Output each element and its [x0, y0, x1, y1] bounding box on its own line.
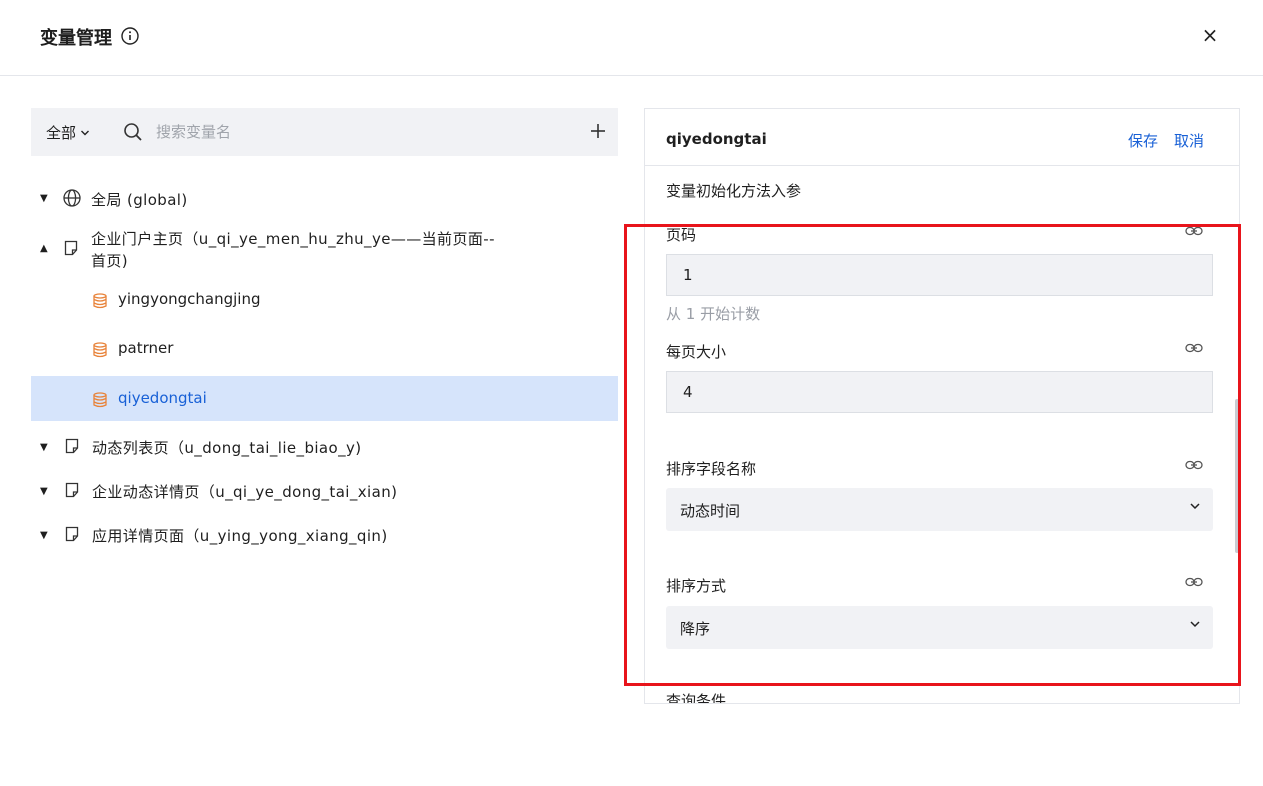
caret-down-icon[interactable]: ▼ [40, 442, 48, 453]
field-label-query-condition: 查询条件 [666, 692, 727, 704]
sort-order-select[interactable]: 降序 [666, 606, 1213, 649]
tree-node-label: patrner [118, 339, 174, 357]
search-input[interactable] [156, 119, 556, 145]
page-icon [65, 526, 79, 542]
add-variable-icon[interactable] [587, 120, 609, 142]
search-icon [124, 123, 142, 141]
tree-node-page[interactable]: ▼ 企业动态详情页（u_qi_ye_dong_tai_xian) [31, 477, 618, 505]
section-title: 变量初始化方法入参 [666, 182, 802, 200]
tree-node-label: qiyedongtai [118, 389, 207, 407]
tree-node-label: 企业动态详情页（u_qi_ye_dong_tai_xian) [92, 483, 398, 501]
database-icon [93, 342, 107, 358]
tree-node-label-line2: 首页) [91, 252, 129, 270]
link-icon[interactable] [1185, 342, 1203, 354]
tree-node-label: 应用详情页面（u_ying_yong_xiang_qin) [92, 527, 388, 545]
database-icon [93, 293, 107, 309]
page-icon [65, 482, 79, 498]
variable-detail-panel: qiyedongtai 保存 取消 变量初始化方法入参 页码 从 1 开始计数 … [644, 108, 1240, 704]
info-icon[interactable] [121, 27, 139, 45]
field-label-sort-field: 排序字段名称 [666, 460, 757, 478]
close-icon[interactable]: × [1200, 25, 1220, 45]
sort-field-value: 动态时间 [680, 502, 741, 520]
caret-up-icon[interactable]: ▲ [40, 243, 48, 254]
sort-field-select[interactable]: 动态时间 [666, 488, 1213, 531]
variable-toolbar: 全部 [31, 108, 618, 156]
link-icon[interactable] [1185, 576, 1203, 588]
dialog-header: 变量管理 × [0, 0, 1263, 76]
tree-node-global[interactable]: ▼ 全局 (global) [31, 184, 618, 212]
chevron-down-icon [1190, 621, 1200, 628]
page-icon [64, 240, 78, 256]
tree-node-page[interactable]: ▲ 企业门户主页（u_qi_ye_men_hu_zhu_ye——当前页面-- 首… [31, 226, 618, 272]
page-no-hint: 从 1 开始计数 [666, 305, 761, 323]
scope-select-value: 全部 [46, 124, 77, 142]
page-no-input[interactable] [666, 254, 1213, 296]
tree-node-page[interactable]: ▼ 应用详情页面（u_ying_yong_xiang_qin) [31, 521, 618, 549]
cancel-button[interactable]: 取消 [1174, 130, 1204, 151]
tree-node-label: 动态列表页（u_dong_tai_lie_biao_y) [92, 439, 362, 457]
detail-header: qiyedongtai 保存 取消 [645, 109, 1239, 166]
page-icon [65, 438, 79, 454]
dialog-title: 变量管理 [40, 28, 112, 49]
globe-icon [63, 189, 81, 207]
page-size-input[interactable] [666, 371, 1213, 413]
link-icon[interactable] [1185, 459, 1203, 471]
tree-node-variable-selected[interactable]: qiyedongtai [31, 376, 618, 421]
field-label-page-no: 页码 [666, 226, 697, 244]
caret-down-icon[interactable]: ▼ [40, 193, 48, 204]
tree-node-label: 全局 (global) [91, 191, 188, 209]
tree-node-variable[interactable]: yingyongchangjing [31, 284, 618, 316]
field-label-sort-order: 排序方式 [666, 577, 727, 595]
link-icon[interactable] [1185, 225, 1203, 237]
caret-down-icon[interactable]: ▼ [40, 530, 48, 541]
variable-name: qiyedongtai [666, 130, 767, 148]
save-button[interactable]: 保存 [1128, 130, 1158, 151]
chevron-down-icon [81, 130, 90, 135]
field-label-page-size: 每页大小 [666, 343, 727, 361]
scope-select[interactable]: 全部 [46, 122, 90, 143]
chevron-down-icon [1190, 503, 1200, 510]
sort-order-value: 降序 [680, 620, 711, 638]
database-icon [93, 392, 107, 408]
tree-node-page[interactable]: ▼ 动态列表页（u_dong_tai_lie_biao_y) [31, 433, 618, 461]
tree-node-label: 企业门户主页（u_qi_ye_men_hu_zhu_ye——当前页面-- [91, 230, 495, 248]
tree-node-label: yingyongchangjing [118, 290, 261, 308]
caret-down-icon[interactable]: ▼ [40, 486, 48, 497]
scrollbar[interactable] [1235, 399, 1239, 553]
tree-node-variable[interactable]: patrner [31, 333, 618, 365]
